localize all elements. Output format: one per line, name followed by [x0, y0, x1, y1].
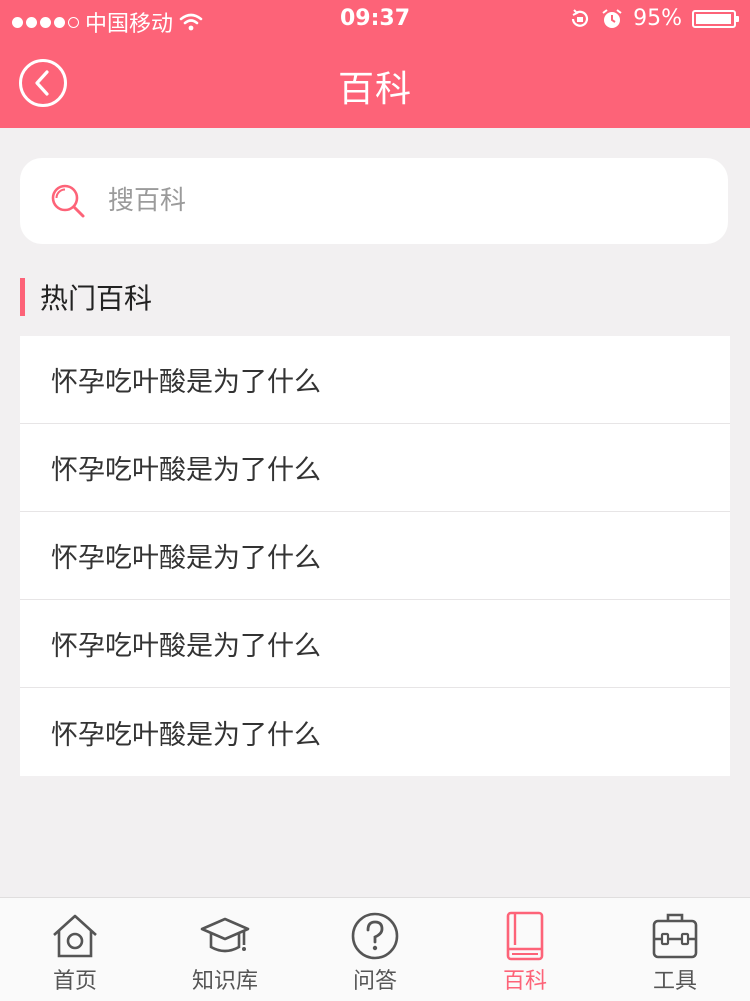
section-accent-bar [20, 278, 25, 316]
list-item[interactable]: 怀孕吃叶酸是为了什么 [20, 512, 730, 600]
tab-label: 首页 [52, 969, 97, 994]
home-icon [53, 914, 97, 958]
status-bar: 中国移动 09:37 95% [0, 0, 750, 40]
tab-qa[interactable]: 问答 [300, 898, 450, 1001]
list-item-label: 怀孕吃叶酸是为了什么 [51, 631, 321, 662]
tab-tools[interactable]: 工具 [600, 898, 750, 1001]
list-item[interactable]: 怀孕吃叶酸是为了什么 [20, 424, 730, 512]
status-right: 95% [569, 6, 739, 31]
search-bar[interactable] [20, 158, 728, 244]
search-input[interactable] [106, 185, 670, 217]
header: 中国移动 09:37 95% 百科 [0, 0, 750, 128]
page-title: 百科 [337, 69, 412, 110]
list-item[interactable]: 怀孕吃叶酸是为了什么 [20, 600, 730, 688]
toolbox-icon [652, 913, 698, 959]
rotation-lock-icon [571, 8, 589, 27]
section-header: 热门百科 [20, 277, 152, 317]
graduation-cap-icon [200, 917, 250, 953]
list-item-label: 怀孕吃叶酸是为了什么 [51, 455, 321, 486]
tab-encyclopedia[interactable]: 百科 [450, 898, 600, 1001]
tab-label: 百科 [502, 969, 547, 994]
tab-label: 知识库 [191, 969, 258, 994]
question-icon [351, 912, 399, 960]
list-item-label: 怀孕吃叶酸是为了什么 [51, 719, 321, 751]
alarm-icon [602, 8, 622, 28]
tab-label: 问答 [352, 969, 397, 994]
tab-home[interactable]: 首页 [0, 898, 150, 1001]
search-icon [51, 184, 85, 218]
battery-icon [692, 9, 739, 28]
tab-knowledge[interactable]: 知识库 [150, 898, 300, 1001]
book-icon [506, 911, 544, 961]
section-title: 热门百科 [40, 282, 153, 315]
battery-percent: 95% [633, 6, 682, 31]
encyclopedia-list: 怀孕吃叶酸是为了什么 怀孕吃叶酸是为了什么 怀孕吃叶酸是为了什么 怀孕吃叶酸是为… [20, 336, 730, 776]
list-item[interactable]: 怀孕吃叶酸是为了什么 [20, 336, 730, 424]
tab-label: 工具 [652, 969, 697, 994]
tab-bar: 首页 知识库 问答 百科 工具 [0, 897, 750, 1001]
list-item-label: 怀孕吃叶酸是为了什么 [51, 367, 321, 398]
list-item-label: 怀孕吃叶酸是为了什么 [51, 543, 321, 574]
list-item[interactable]: 怀孕吃叶酸是为了什么 [20, 688, 730, 776]
